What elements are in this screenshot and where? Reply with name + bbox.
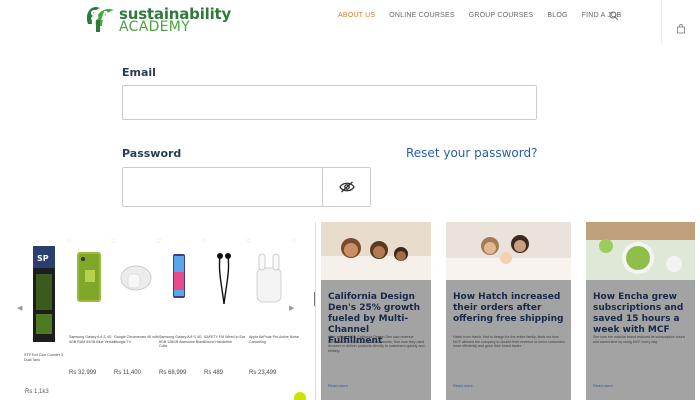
read-more-link[interactable]: Read more xyxy=(593,383,613,388)
tree-logo-icon: S A xyxy=(86,6,114,32)
password-label: Password xyxy=(122,147,182,160)
bag-icon[interactable] xyxy=(676,24,686,34)
search-icon[interactable] xyxy=(609,11,619,21)
page: S A sustainability ACADEMY ABOUT US ONLI… xyxy=(0,0,700,400)
product-name: Samsung Galaxy A 8 S 4G 4GB RAM 64GB Blu… xyxy=(69,335,117,344)
carousel-prev-icon[interactable]: ◀ xyxy=(17,304,22,312)
product-carousel: ◀ ▶ SP ♡ STP Full Coin Counter 3 Dual Ta… xyxy=(0,222,316,400)
nav-blog[interactable]: BLOG xyxy=(547,12,567,19)
email-field[interactable] xyxy=(122,85,537,120)
article-title: How Hatch increased their orders after o… xyxy=(453,292,564,324)
read-more-link[interactable]: Read more xyxy=(453,383,473,388)
reset-password-link[interactable]: Reset your password? xyxy=(406,146,537,160)
password-field[interactable] xyxy=(122,167,323,207)
product-price: Rs 489 xyxy=(204,370,224,376)
nav-group-courses[interactable]: GROUP COURSES xyxy=(469,12,534,19)
product-name: Google Chromecast 4K with Google TV xyxy=(114,335,159,344)
site-header: S A sustainability ACADEMY ABOUT US ONLI… xyxy=(0,0,700,44)
article-description: After selling MCF, California Design Den… xyxy=(328,335,425,353)
article-card[interactable]: How Hatch increased their orders after o… xyxy=(446,222,571,400)
scrollbar[interactable] xyxy=(314,292,315,306)
product-image xyxy=(256,253,282,303)
product-name: STP Full Coin Counter 3 Dual Tank xyxy=(24,353,63,362)
product-name: Samsung Galaxy A 8 S 4G 8GB 128GB Awesom… xyxy=(159,335,205,349)
article-photo xyxy=(586,222,695,280)
article-photo xyxy=(321,222,431,280)
article-photo xyxy=(446,222,571,280)
wishlist-icon[interactable]: ♡ xyxy=(291,238,296,245)
product-image xyxy=(120,265,152,291)
svg-text:S: S xyxy=(90,9,99,24)
article-description: See how the matcha brand reduced its sub… xyxy=(593,335,685,344)
product-image xyxy=(173,254,185,298)
product-name: Apple AirPods Pro Active Noise Cancellin… xyxy=(249,335,299,344)
main-nav: ABOUT US ONLINE COURSES GROUP COURSES BL… xyxy=(338,12,635,19)
email-label: Email xyxy=(122,66,156,79)
product-price: Rs 32,999 xyxy=(69,370,97,376)
product-image xyxy=(217,253,231,305)
nav-online-courses[interactable]: ONLINE COURSES xyxy=(389,12,454,19)
read-more-link[interactable]: Read more xyxy=(328,383,348,388)
chat-bubble-icon[interactable] xyxy=(294,392,306,400)
product-price: Rs 68,999 xyxy=(159,370,187,376)
article-card[interactable]: How Encha grew subscriptions and saved 1… xyxy=(586,222,695,400)
carousel-footer-text: Rs 1,1k3 xyxy=(25,389,49,395)
academy-logo[interactable]: S A sustainability ACADEMY xyxy=(82,2,231,35)
article-description: Hatch from Hatch, first to design for th… xyxy=(453,335,565,349)
product-image xyxy=(77,252,101,302)
nav-about-us[interactable]: ABOUT US xyxy=(338,12,375,19)
logo-text-line2: ACADEMY xyxy=(119,19,191,35)
eye-slash-icon xyxy=(338,181,355,193)
product-price: Rs 11,400 xyxy=(114,370,141,376)
header-divider xyxy=(661,0,662,44)
article-card[interactable]: California Design Den's 25% growth fuele… xyxy=(321,222,431,400)
svg-text:SP: SP xyxy=(37,254,49,263)
product-price: Rs 23,499 xyxy=(249,370,277,376)
show-password-button[interactable] xyxy=(322,167,371,207)
product-image: SP xyxy=(33,246,55,342)
product-name: SAFETY FM Wired In Ear Sound Handsfree xyxy=(204,335,246,344)
article-title: How Encha grew subscriptions and saved 1… xyxy=(593,292,684,335)
svg-text:A: A xyxy=(101,9,111,23)
